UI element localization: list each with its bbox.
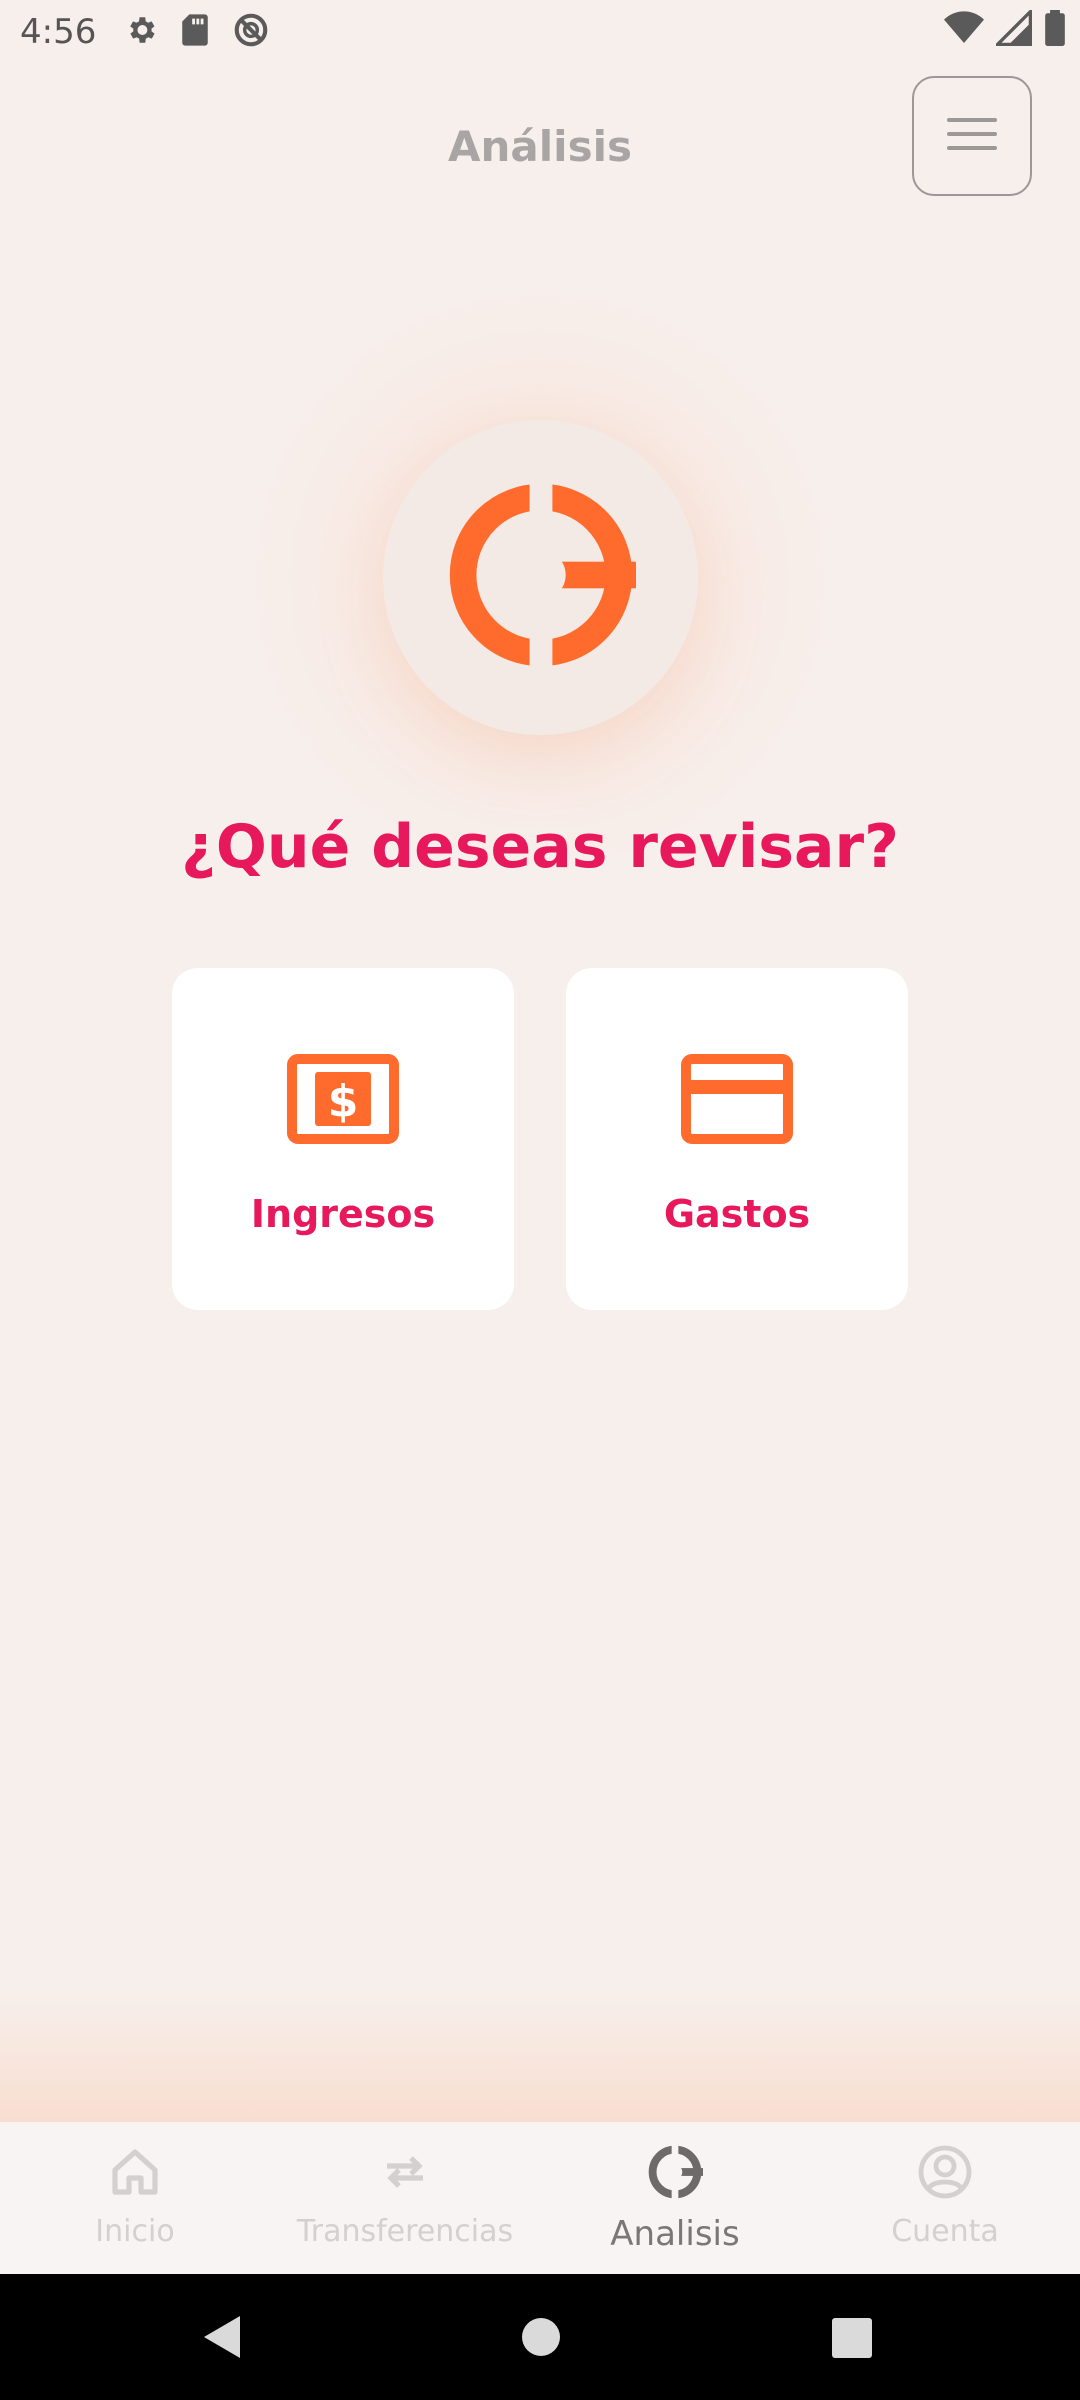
money-icon: $ bbox=[287, 1054, 399, 1144]
nav-item-analisis[interactable]: Analisis bbox=[540, 2122, 810, 2274]
ingresos-label: Ingresos bbox=[250, 1192, 436, 1236]
nav-label-transferencias: Transferencias bbox=[296, 2214, 514, 2249]
gastos-label: Gastos bbox=[663, 1192, 811, 1236]
hero-circle bbox=[383, 420, 698, 735]
system-nav-bar bbox=[0, 2274, 1080, 2400]
question-heading: ¿Qué deseas revisar? bbox=[181, 812, 899, 882]
home-circle-icon[interactable] bbox=[520, 2314, 562, 2365]
nav-item-inicio[interactable]: Inicio bbox=[0, 2122, 270, 2274]
nav-item-transferencias[interactable]: Transferencias bbox=[270, 2122, 540, 2274]
status-icons-left bbox=[124, 11, 270, 54]
sd-card-icon bbox=[180, 13, 210, 52]
transfer-icon bbox=[379, 2142, 431, 2202]
no-sync-icon bbox=[232, 11, 270, 54]
header: Análisis bbox=[0, 64, 1080, 234]
menu-button[interactable] bbox=[912, 76, 1032, 196]
nav-label-cuenta: Cuenta bbox=[891, 2214, 999, 2249]
recents-square-icon[interactable] bbox=[832, 2314, 872, 2365]
battery-icon bbox=[1044, 10, 1066, 51]
screen: 4:56 Análisis ¿Qué deseas revisar? $ Ing… bbox=[0, 0, 1080, 2400]
status-time: 4:56 bbox=[20, 12, 97, 52]
wifi-icon bbox=[944, 10, 984, 51]
nav-item-cuenta[interactable]: Cuenta bbox=[810, 2122, 1080, 2274]
gear-icon bbox=[124, 13, 158, 52]
ingresos-card[interactable]: $ Ingresos bbox=[172, 968, 514, 1310]
analysis-logo-icon bbox=[446, 480, 636, 675]
status-icons-right bbox=[944, 7, 1066, 51]
signal-icon bbox=[993, 7, 1032, 51]
credit-card-icon bbox=[681, 1054, 793, 1144]
bottom-nav: Inicio Transferencias Analisis Cuenta bbox=[0, 2122, 1080, 2274]
nav-label-inicio: Inicio bbox=[95, 2214, 175, 2249]
analysis-icon bbox=[647, 2142, 703, 2202]
gastos-card[interactable]: Gastos bbox=[566, 968, 908, 1310]
home-icon bbox=[109, 2142, 161, 2202]
svg-text:$: $ bbox=[328, 1076, 359, 1127]
account-icon bbox=[917, 2142, 973, 2202]
back-icon[interactable] bbox=[200, 2314, 246, 2365]
status-bar: 4:56 bbox=[0, 0, 1080, 64]
nav-label-analisis: Analisis bbox=[610, 2214, 740, 2254]
hamburger-icon bbox=[947, 116, 997, 157]
bottom-fade bbox=[0, 1990, 1080, 2122]
